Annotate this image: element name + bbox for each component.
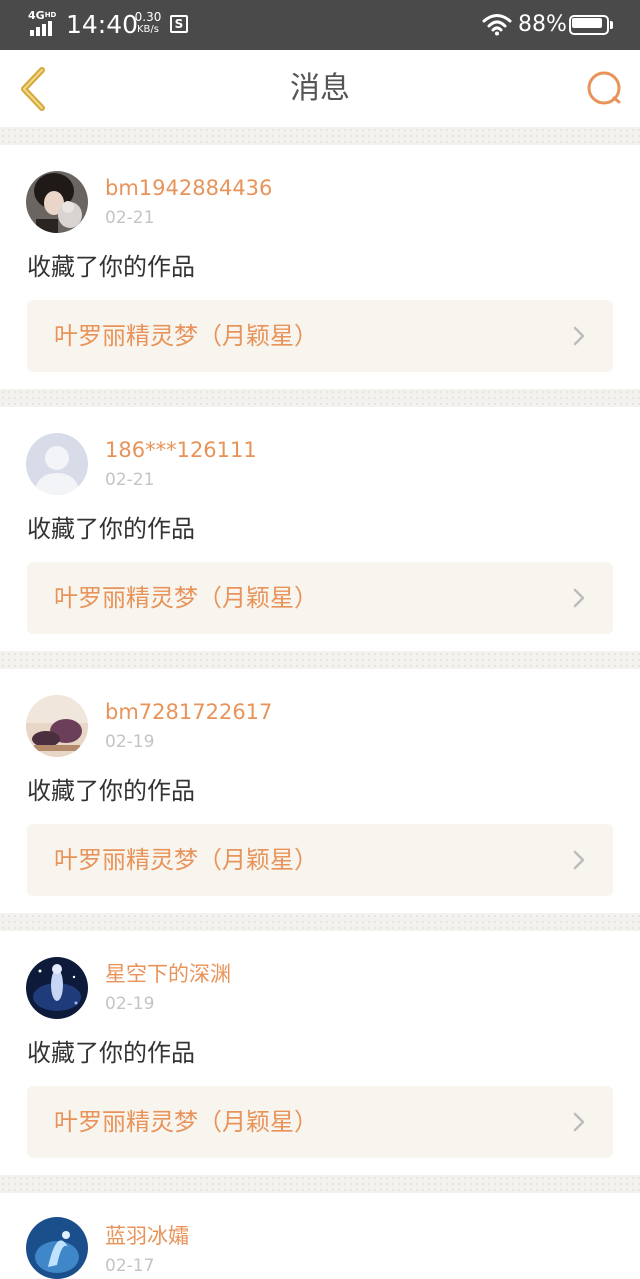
search-button[interactable]	[584, 68, 626, 110]
work-title: 叶罗丽精灵梦（月颖星）	[54, 322, 318, 350]
message-date: 02-17	[105, 1256, 155, 1276]
message-action: 收藏了你的作品	[27, 515, 195, 543]
chevron-right-icon	[573, 850, 585, 870]
work-link[interactable]: 叶罗丽精灵梦（月颖星）	[27, 300, 613, 372]
chevron-right-icon	[573, 588, 585, 608]
network-speed: 0.30 KB/s	[134, 10, 162, 36]
search-icon	[587, 71, 621, 105]
work-link[interactable]: 叶罗丽精灵梦（月颖星）	[27, 1086, 613, 1158]
username[interactable]: bm1942884436	[105, 175, 272, 201]
avatar[interactable]	[26, 1217, 88, 1279]
message-date: 02-19	[105, 732, 155, 752]
page-title: 消息	[290, 71, 350, 106]
status-bar: 4GHD 14:40 0.30 KB/s S 88%	[0, 0, 640, 50]
work-title: 叶罗丽精灵梦（月颖星）	[54, 1108, 318, 1136]
message-date: 02-21	[105, 470, 155, 490]
message-action: 收藏了你的作品	[27, 1039, 195, 1067]
work-title: 叶罗丽精灵梦（月颖星）	[54, 846, 318, 874]
back-button[interactable]	[12, 64, 56, 114]
work-link[interactable]: 叶罗丽精灵梦（月颖星）	[27, 562, 613, 634]
nav-bar: 消息	[0, 50, 640, 128]
message-date: 02-21	[105, 208, 155, 228]
cellular-signal-icon: 4GHD	[28, 10, 60, 36]
message-date: 02-19	[105, 994, 155, 1014]
username[interactable]: 星空下的深渊	[105, 961, 231, 987]
message-item: 星空下的深渊 02-19 收藏了你的作品 叶罗丽精灵梦（月颖星）	[0, 931, 640, 1175]
avatar[interactable]	[26, 171, 88, 233]
battery-percent: 88%	[518, 12, 567, 37]
default-user-avatar[interactable]	[26, 433, 88, 495]
notification-icon: S	[170, 15, 188, 33]
clock: 14:40	[66, 10, 139, 39]
message-item: 186***126111 02-21 收藏了你的作品 叶罗丽精灵梦（月颖星）	[0, 407, 640, 651]
section-divider	[0, 651, 640, 669]
chevron-right-icon	[573, 326, 585, 346]
work-title: 叶罗丽精灵梦（月颖星）	[54, 584, 318, 612]
wifi-icon	[482, 14, 512, 36]
chevron-left-icon	[21, 67, 45, 111]
chevron-right-icon	[573, 1112, 585, 1132]
username[interactable]: 蓝羽冰孀	[105, 1223, 189, 1249]
section-divider	[0, 1175, 640, 1193]
message-item: bm1942884436 02-21 收藏了你的作品 叶罗丽精灵梦（月颖星）	[0, 145, 640, 389]
battery-icon	[569, 15, 613, 35]
network-type: 4GHD	[28, 9, 57, 22]
message-action: 收藏了你的作品	[27, 253, 195, 281]
message-item: 蓝羽冰孀 02-17	[0, 1193, 640, 1279]
message-action: 收藏了你的作品	[27, 777, 195, 805]
section-divider	[0, 913, 640, 931]
message-item: bm7281722617 02-19 收藏了你的作品 叶罗丽精灵梦（月颖星）	[0, 669, 640, 913]
avatar[interactable]	[26, 957, 88, 1019]
section-divider	[0, 127, 640, 145]
username[interactable]: bm7281722617	[105, 699, 272, 725]
section-divider	[0, 389, 640, 407]
avatar[interactable]	[26, 695, 88, 757]
username[interactable]: 186***126111	[105, 437, 257, 463]
work-link[interactable]: 叶罗丽精灵梦（月颖星）	[27, 824, 613, 896]
